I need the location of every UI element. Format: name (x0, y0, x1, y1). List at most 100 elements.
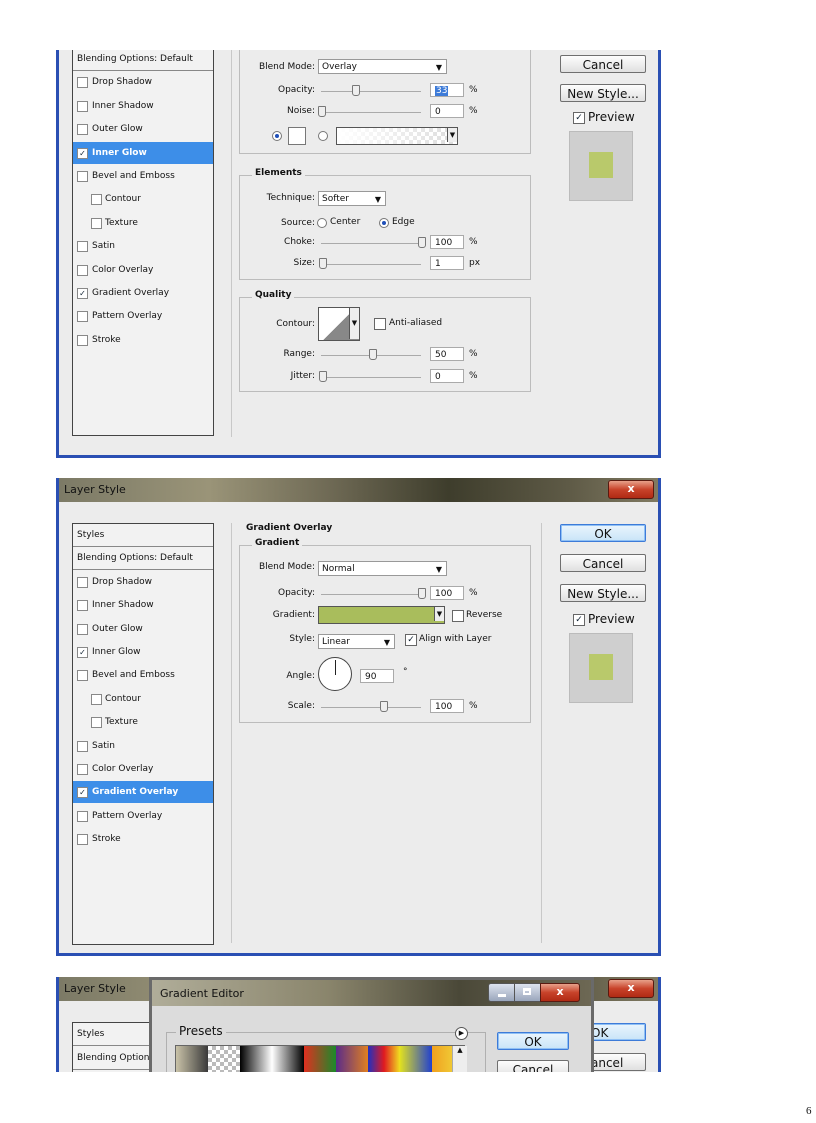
sidebar-item[interactable]: Outer Glow (73, 118, 213, 140)
reverse-checkbox[interactable] (452, 610, 464, 622)
style-select[interactable]: Linear ▼ (318, 634, 395, 649)
checkbox-icon[interactable]: ✓ (77, 288, 88, 299)
maximize-button[interactable] (514, 983, 542, 1002)
title-bar[interactable]: Layer Style x (59, 478, 658, 502)
opacity-input[interactable]: 100 (430, 586, 464, 600)
checkbox-icon[interactable] (77, 77, 88, 89)
sidebar-item[interactable]: ✓ Gradient Overlay (73, 781, 213, 804)
editor-close-button[interactable]: x (540, 983, 580, 1002)
choke-input[interactable]: 100 (430, 235, 464, 249)
sidebar-item[interactable]: Stroke (73, 329, 213, 351)
sidebar-item[interactable]: Contour (73, 688, 213, 710)
size-slider[interactable] (321, 264, 421, 265)
sidebar-item[interactable]: Pattern Overlay (73, 305, 213, 327)
angle-dial[interactable] (318, 657, 352, 691)
noise-slider-thumb[interactable] (318, 106, 326, 117)
sidebar-item[interactable]: Blending Options: Default (73, 50, 213, 71)
checkbox-icon[interactable] (77, 124, 88, 136)
cancel-button[interactable]: Cancel (560, 55, 646, 73)
glow-gradient-picker[interactable] (336, 127, 458, 145)
chevron-down-icon[interactable]: ▼ (349, 308, 359, 339)
checkbox-icon[interactable] (77, 740, 88, 752)
opacity-slider-thumb[interactable] (418, 588, 426, 599)
sidebar-item[interactable]: ✓ Inner Glow (73, 141, 213, 164)
source-center-radio[interactable] (317, 218, 327, 228)
size-input[interactable]: 1 (430, 256, 464, 270)
preset-swatch[interactable] (304, 1046, 336, 1072)
checkbox-icon[interactable] (91, 194, 102, 206)
opacity-input[interactable]: 33 (430, 83, 464, 97)
sidebar-item[interactable]: Satin (73, 235, 213, 257)
sidebar-item[interactable]: Satin (73, 735, 213, 757)
chevron-down-icon[interactable]: ▼ (447, 128, 457, 142)
size-slider-thumb[interactable] (319, 258, 327, 269)
checkbox-icon[interactable] (77, 311, 88, 323)
ok-button[interactable]: OK (560, 524, 646, 542)
minimize-button[interactable] (488, 983, 516, 1002)
gradient-radio[interactable] (318, 131, 328, 141)
preset-swatch[interactable] (336, 1046, 368, 1072)
sidebar-item[interactable]: Inner Shadow (73, 95, 213, 117)
new-style-button[interactable]: New Style... (560, 584, 646, 602)
checkbox-icon[interactable] (77, 764, 88, 775)
blend-mode-select[interactable]: Normal ▼ (318, 561, 447, 576)
gradient-picker[interactable] (318, 606, 445, 624)
color-radio[interactable] (272, 131, 282, 141)
range-input[interactable]: 50 (430, 347, 464, 361)
checkbox-icon[interactable] (91, 717, 102, 729)
checkbox-icon[interactable] (77, 623, 88, 635)
anti-aliased-checkbox[interactable] (374, 318, 386, 330)
preview-checkbox[interactable]: ✓ (573, 614, 585, 626)
opacity-slider-thumb[interactable] (352, 85, 360, 96)
checkbox-icon[interactable] (77, 100, 88, 112)
sidebar-item[interactable]: Color Overlay (73, 758, 213, 780)
sidebar-item[interactable]: Contour (73, 188, 213, 210)
preset-swatch[interactable] (240, 1046, 272, 1072)
new-style-button[interactable]: New Style... (560, 84, 646, 102)
sidebar-item[interactable]: Drop Shadow (73, 571, 213, 593)
sidebar-item[interactable]: Inner Shadow (73, 594, 213, 616)
close-button[interactable]: x (608, 979, 654, 998)
noise-input[interactable]: 0 (430, 104, 464, 118)
scale-slider[interactable] (321, 707, 421, 708)
preset-swatch[interactable] (272, 1046, 304, 1072)
checkbox-icon[interactable] (77, 171, 88, 182)
jitter-slider[interactable] (321, 377, 421, 378)
technique-select[interactable]: Softer ▼ (318, 191, 386, 206)
jitter-slider-thumb[interactable] (319, 371, 327, 382)
choke-slider-thumb[interactable] (418, 237, 426, 248)
glow-color-swatch[interactable] (288, 127, 306, 145)
editor-cancel-button[interactable]: Cancel (497, 1060, 569, 1072)
sidebar-item[interactable]: Color Overlay (73, 259, 213, 281)
sidebar-item[interactable]: Pattern Overlay (73, 805, 213, 827)
jitter-input[interactable]: 0 (430, 369, 464, 383)
choke-slider[interactable] (321, 243, 421, 244)
sidebar-item[interactable]: Drop Shadow (73, 71, 213, 93)
sidebar-item[interactable]: Outer Glow (73, 618, 213, 640)
source-edge-radio[interactable] (379, 218, 389, 228)
sidebar-item[interactable]: Texture (73, 212, 213, 234)
checkbox-icon[interactable] (91, 217, 102, 229)
checkbox-icon[interactable] (77, 810, 88, 822)
opacity-slider[interactable] (321, 594, 421, 595)
sidebar-item[interactable]: Blending Options: Default (73, 547, 213, 571)
range-slider-thumb[interactable] (369, 349, 377, 360)
close-button[interactable]: x (608, 480, 654, 499)
sidebar-item[interactable]: Styles (73, 524, 213, 547)
cancel-button[interactable]: Cancel (560, 554, 646, 572)
sidebar-item[interactable]: Stroke (73, 828, 213, 850)
sidebar-item[interactable]: ✓ Inner Glow (73, 641, 213, 663)
checkbox-icon[interactable]: ✓ (77, 787, 88, 799)
checkbox-icon[interactable] (77, 334, 88, 346)
scale-input[interactable]: 100 (430, 699, 464, 713)
opacity-slider[interactable] (321, 91, 421, 92)
checkbox-icon[interactable] (77, 576, 88, 588)
checkbox-icon[interactable] (77, 241, 88, 253)
preset-swatch[interactable] (176, 1046, 208, 1072)
blend-mode-select[interactable]: Overlay ▼ (318, 59, 447, 74)
preview-checkbox[interactable]: ✓ (573, 112, 585, 124)
noise-slider[interactable] (321, 112, 421, 113)
angle-input[interactable]: 90 (360, 669, 394, 683)
checkbox-icon[interactable] (91, 693, 102, 705)
sidebar-item[interactable]: Texture (73, 711, 213, 733)
